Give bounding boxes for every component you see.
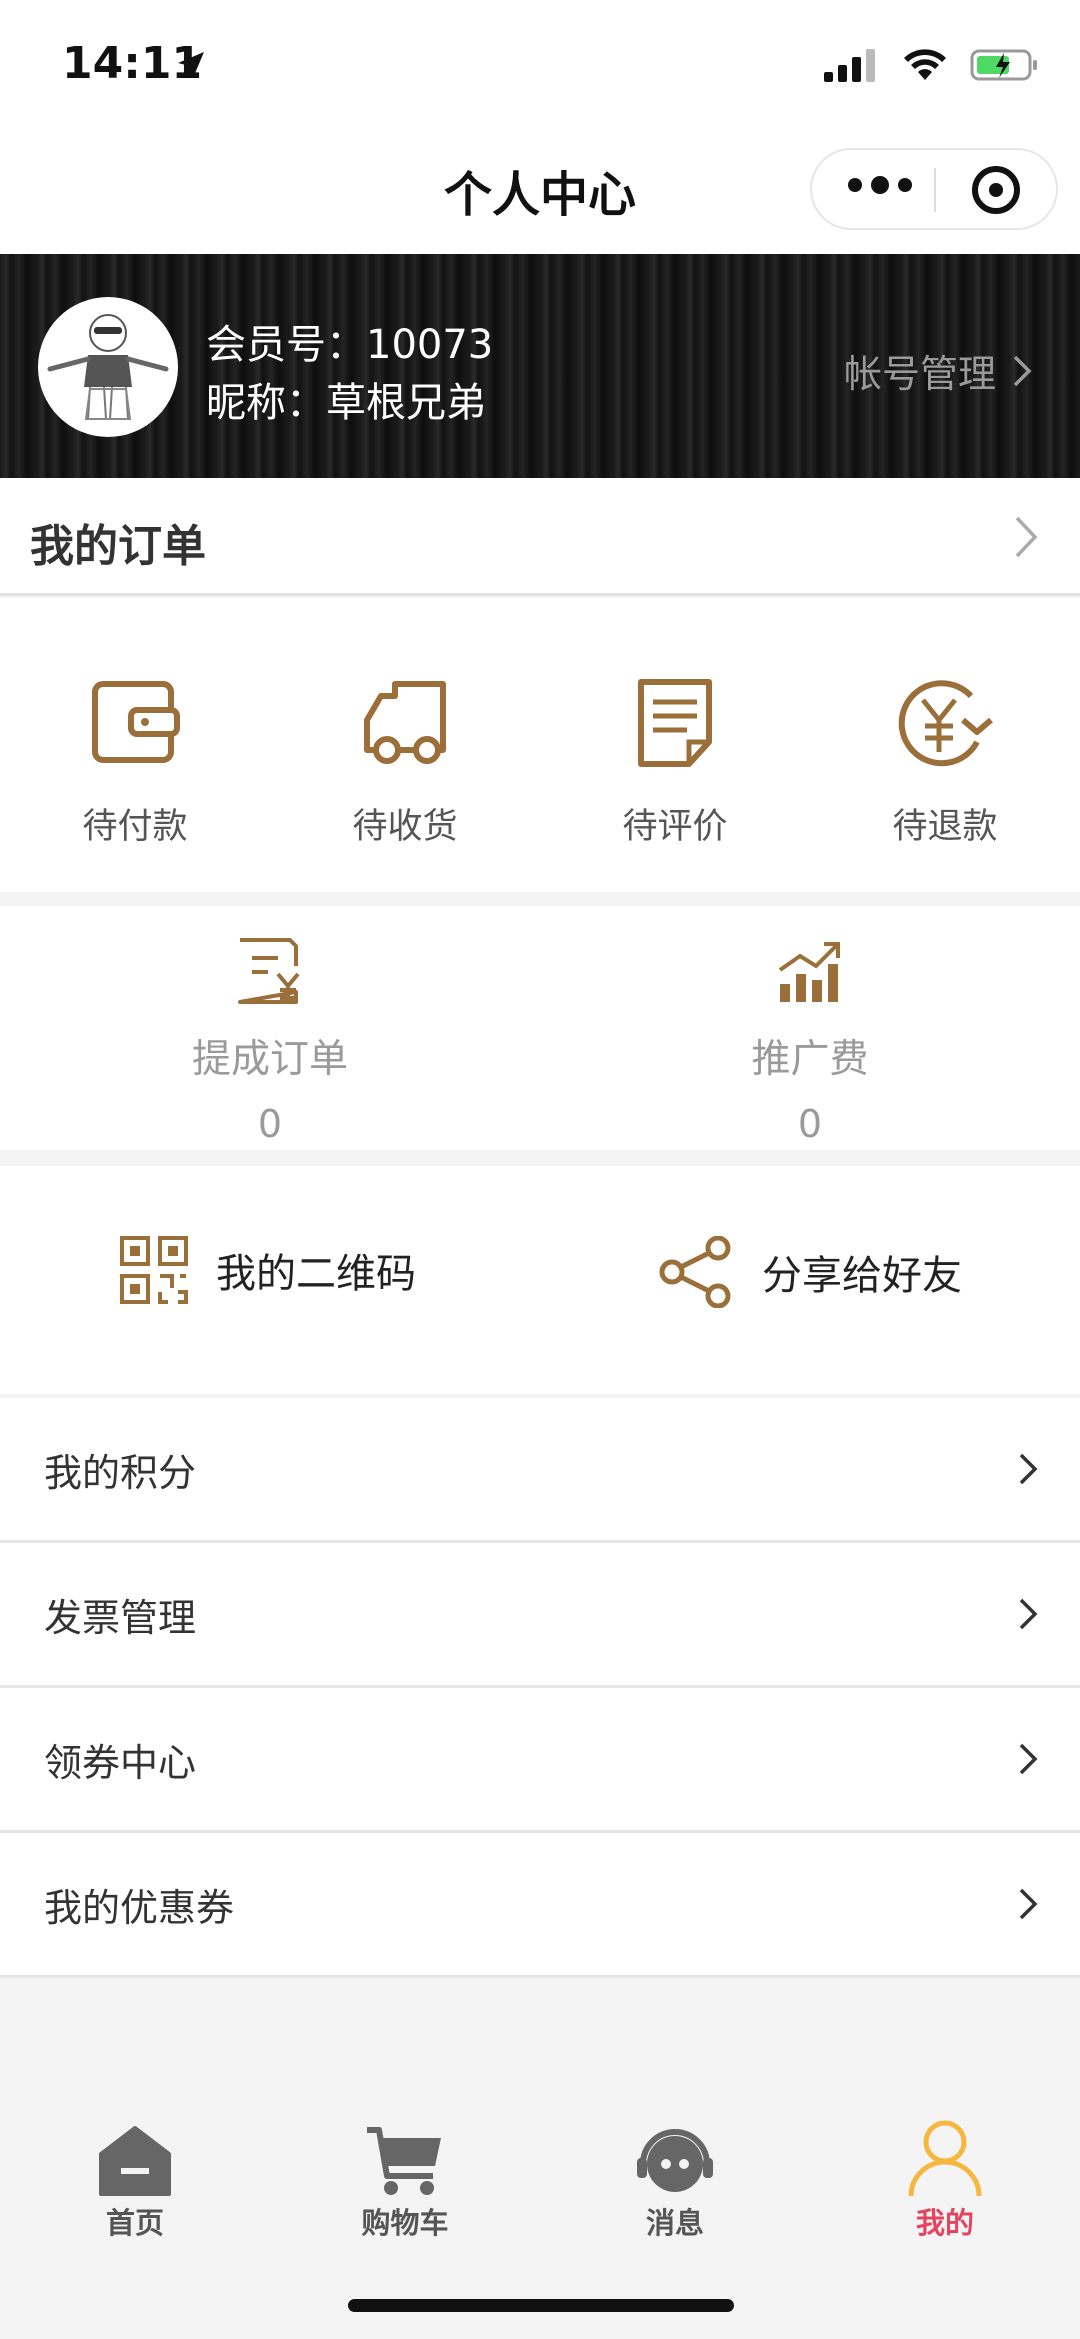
account-management-label: 帐号管理 xyxy=(843,352,996,396)
mini-program-capsule xyxy=(810,148,1058,230)
my-orders-title: 我的订单 xyxy=(30,521,206,572)
chevron-right-icon xyxy=(1019,1743,1038,1775)
close-mini-program-button[interactable] xyxy=(972,166,1020,214)
signal-icon xyxy=(824,49,875,82)
tab-label: 购物车 xyxy=(361,2206,449,2240)
tab-me[interactable]: 我的 xyxy=(810,2090,1080,2242)
tab-home[interactable]: 首页 xyxy=(0,2090,270,2242)
menu-list: 我的积分 发票管理 领券中心 我的优惠券 xyxy=(0,1398,1080,1978)
battery-icon xyxy=(970,49,1037,81)
share-icon xyxy=(659,1236,731,1308)
menu-item-points[interactable]: 我的积分 xyxy=(0,1398,1080,1543)
chevron-right-icon xyxy=(1013,355,1032,386)
share-section: 我的二维码 分享给好友 xyxy=(0,1166,1080,1394)
commission-section: 提成订单 0 推广费 0 xyxy=(0,906,1080,1150)
growth-chart-icon xyxy=(778,942,840,1002)
truck-icon xyxy=(364,681,446,764)
tab-cart[interactable]: 购物车 xyxy=(270,2090,540,2242)
more-options-button[interactable] xyxy=(848,176,912,194)
home-icon xyxy=(99,2126,171,2196)
order-pending-refund[interactable]: 待退款 xyxy=(810,598,1080,849)
order-pending-payment[interactable]: 待付款 xyxy=(0,598,270,849)
menu-item-label: 发票管理 xyxy=(44,1595,197,1640)
chevron-right-icon xyxy=(1019,1598,1038,1630)
order-status-label: 待退款 xyxy=(892,807,998,847)
tab-label: 消息 xyxy=(645,2206,704,2240)
avatar-sketch-icon xyxy=(47,314,169,420)
chevron-right-icon xyxy=(1015,516,1038,558)
order-status-label: 待付款 xyxy=(82,807,188,847)
chevron-right-icon xyxy=(1019,1888,1038,1920)
commission-value: 0 xyxy=(797,1102,823,1146)
home-indicator xyxy=(348,2299,734,2312)
order-pending-receipt[interactable]: 待收货 xyxy=(270,598,540,849)
message-icon xyxy=(637,2129,713,2192)
order-pending-review[interactable]: 待评价 xyxy=(540,598,810,849)
account-management-link[interactable]: 帐号管理 xyxy=(844,343,1032,398)
tab-messages[interactable]: 消息 xyxy=(540,2090,810,2242)
avatar[interactable] xyxy=(38,297,178,437)
commission-orders[interactable]: 提成订单 0 xyxy=(0,906,540,1146)
menu-item-label: 我的优惠券 xyxy=(44,1885,235,1930)
menu-item-label: 我的积分 xyxy=(44,1450,197,1495)
document-icon xyxy=(638,679,712,767)
member-number: 会员号：10073 xyxy=(206,322,494,368)
menu-item-label: 领券中心 xyxy=(44,1740,197,1785)
commission-label: 推广费 xyxy=(751,1037,869,1082)
nickname: 昵称：草根兄弟 xyxy=(206,380,486,426)
qr-code-icon xyxy=(120,1236,188,1304)
my-qr-code-label: 我的二维码 xyxy=(216,1251,416,1297)
share-to-friends-label: 分享给好友 xyxy=(762,1253,962,1299)
yen-bill-icon xyxy=(238,938,300,1004)
user-icon xyxy=(908,2120,982,2197)
promotion-fee[interactable]: 推广费 0 xyxy=(540,906,1080,1146)
order-status-label: 待收货 xyxy=(352,807,458,847)
cart-icon xyxy=(367,2127,441,2195)
order-status-grid: 待付款 待收货 待评价 待退款 xyxy=(0,598,1080,892)
tab-label: 首页 xyxy=(105,2206,164,2240)
chevron-right-icon xyxy=(1019,1453,1038,1485)
menu-item-my-coupons[interactable]: 我的优惠券 xyxy=(0,1833,1080,1978)
commission-value: 0 xyxy=(257,1102,283,1146)
menu-item-coupon-center[interactable]: 领券中心 xyxy=(0,1688,1080,1833)
menu-item-invoice[interactable]: 发票管理 xyxy=(0,1543,1080,1688)
refund-yen-icon xyxy=(898,680,993,767)
order-status-label: 待评价 xyxy=(622,807,728,847)
share-to-friends-button[interactable]: 分享给好友 xyxy=(658,1236,962,1308)
location-arrow-icon xyxy=(178,52,204,78)
commission-label: 提成订单 xyxy=(191,1037,348,1082)
wallet-icon xyxy=(92,681,180,763)
my-qr-code-button[interactable]: 我的二维码 xyxy=(120,1236,416,1304)
status-icons xyxy=(824,48,1040,82)
tab-label: 我的 xyxy=(915,2206,974,2240)
wifi-icon xyxy=(904,49,946,80)
